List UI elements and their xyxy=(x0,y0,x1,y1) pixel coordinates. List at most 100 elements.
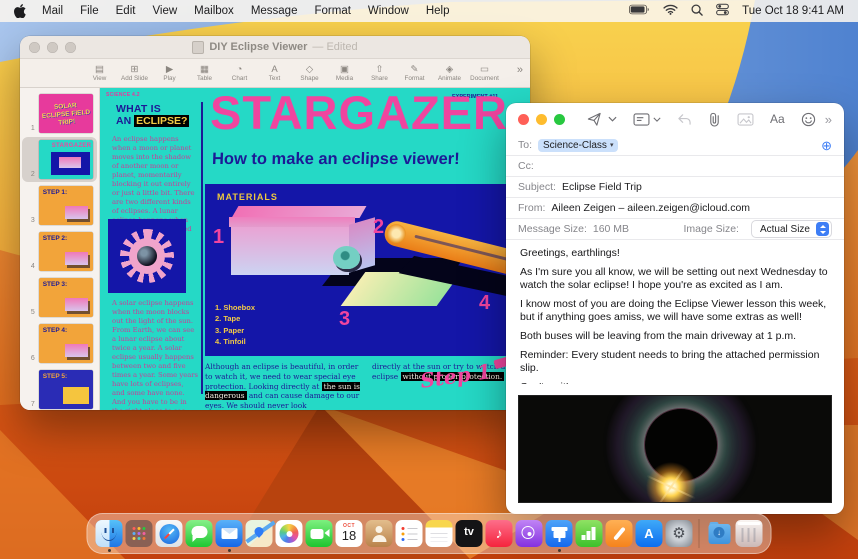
toolbar-button[interactable]: ⊞ Add Slide xyxy=(117,64,152,82)
close-button[interactable] xyxy=(518,113,529,125)
attach-paperclip-icon[interactable] xyxy=(708,112,721,127)
dock-app-icon[interactable]: OCT 18 xyxy=(575,520,603,547)
course-code-text[interactable]: SCIENCE 4.2 xyxy=(106,92,140,98)
slide-thumbnail-row[interactable]: 3 STEP 1: xyxy=(22,183,97,228)
dock-app-icon[interactable]: OCT 18 xyxy=(485,520,513,547)
from-value[interactable]: Aileen Zeigen – aileen.zeigen@icloud.com xyxy=(551,202,750,214)
dock-app-icon[interactable]: OCT 18 xyxy=(698,519,700,548)
slide-thumbnail-row[interactable]: 1 SOLAR ECLIPSE FIELD TRIP! xyxy=(22,91,97,136)
zoom-button[interactable] xyxy=(554,113,565,125)
slide-thumbnail-row[interactable]: 5 STEP 3: xyxy=(22,275,97,320)
dock-app-icon[interactable]: OCT 18 xyxy=(365,520,393,547)
slide-paragraph-2[interactable]: A solar eclipse happens when the moon bl… xyxy=(112,299,198,410)
slide-thumbnail[interactable]: SOLAR ECLIPSE FIELD TRIP! xyxy=(38,94,93,133)
battery-icon[interactable] xyxy=(629,4,650,18)
toolbar-button[interactable]: ◇ Shape xyxy=(292,64,327,82)
slide-heading-line1[interactable]: WHAT IS xyxy=(116,103,161,115)
to-field-row[interactable]: To: Science-Class ▾ ⊕ xyxy=(506,135,844,156)
toolbar-button[interactable]: ◔ Chart xyxy=(222,64,257,82)
menu-item[interactable]: File xyxy=(80,5,99,17)
dock-app-icon[interactable]: OCT 18 xyxy=(665,520,693,547)
toolbar-button[interactable]: ▭ Document xyxy=(467,64,502,82)
toolbar-overflow-chevron-icon[interactable]: » xyxy=(517,64,523,76)
menu-item[interactable]: Help xyxy=(426,5,450,17)
eclipse-photo-attachment[interactable] xyxy=(519,396,831,502)
menu-item[interactable]: Window xyxy=(368,5,409,17)
document-proxy-icon[interactable] xyxy=(192,40,205,54)
dock-app-icon[interactable]: OCT 18 xyxy=(605,520,633,547)
menu-item[interactable]: View xyxy=(152,5,177,17)
image-size-dropdown[interactable]: Actual Size xyxy=(750,220,832,238)
slide-title-stargazer[interactable]: STARGAZER xyxy=(210,88,508,140)
toolbar-button[interactable]: A Text xyxy=(257,64,292,82)
sun-illustration-box[interactable] xyxy=(108,219,186,293)
menu-bar-clock[interactable]: Tue Oct 18 9:41 AM xyxy=(742,5,844,17)
slide-thumbnail-row[interactable]: 2 STARGAZER xyxy=(22,137,97,182)
slide-thumbnail[interactable]: STEP 5: xyxy=(38,370,93,409)
dock-app-icon[interactable]: OCT 18 xyxy=(245,520,273,547)
dock-app-icon[interactable]: OCT 18 xyxy=(635,520,663,547)
cc-field-row[interactable]: Cc: xyxy=(506,156,844,177)
subject-value[interactable]: Eclipse Field Trip xyxy=(562,181,642,193)
add-contact-icon[interactable]: ⊕ xyxy=(821,139,832,152)
menu-item[interactable]: Mailbox xyxy=(194,5,234,17)
slide-thumbnail[interactable]: STEP 1: xyxy=(38,186,93,225)
dock-app-icon[interactable]: OCT 18 xyxy=(425,520,453,547)
dropdown-stepper-icon xyxy=(816,222,829,236)
recipient-token[interactable]: Science-Class ▾ xyxy=(538,138,619,152)
slide-thumbnail-row[interactable]: 6 STEP 4: xyxy=(22,321,97,366)
menu-item[interactable]: Message xyxy=(251,5,298,17)
slide-subtitle[interactable]: How to make an eclipse viewer! xyxy=(212,150,460,169)
slide-thumbnail[interactable]: STEP 3: xyxy=(38,278,93,317)
slide-thumbnail[interactable]: STEP 4: xyxy=(38,324,93,363)
message-body[interactable]: Greetings, earthlings! As I'm sure you al… xyxy=(506,239,844,384)
format-fonts-button[interactable]: Aa xyxy=(770,112,785,126)
dock-app-icon[interactable]: OCT 18 xyxy=(125,520,153,547)
header-fields-icon[interactable] xyxy=(633,112,661,126)
document-title: DIY Eclipse Viewer xyxy=(209,41,308,53)
dock-app-icon[interactable]: OCT 18 xyxy=(335,520,363,547)
dock-app-icon[interactable]: OCT 18 xyxy=(395,520,423,547)
toolbar-button[interactable]: ▤ View xyxy=(82,64,117,82)
dock-app-icon[interactable]: OCT 18 xyxy=(455,520,483,547)
slide-thumbnail[interactable]: STEP 2: xyxy=(38,232,93,271)
spotlight-search-icon[interactable] xyxy=(691,3,703,19)
send-icon[interactable] xyxy=(587,112,602,127)
emoji-picker-icon[interactable] xyxy=(801,112,816,127)
dock-app-icon[interactable]: OCT 18 xyxy=(155,520,183,547)
dock-app-icon[interactable]: OCT 18 xyxy=(305,520,333,547)
slide-thumbnail-row[interactable]: 4 STEP 2: xyxy=(22,229,97,274)
dock-icon-art xyxy=(401,526,405,530)
apple-logo-icon[interactable] xyxy=(14,4,26,18)
warning-text-column-1[interactable]: Although an eclipse is beautiful, in ord… xyxy=(205,362,363,410)
dock-app-icon[interactable]: OCT 18 xyxy=(185,520,213,547)
toolbar-overflow-chevron-icon[interactable]: » xyxy=(825,112,832,127)
menu-item[interactable]: Mail xyxy=(42,5,63,17)
slide-heading-line2[interactable]: AN ECLIPSE? xyxy=(116,115,190,127)
dock-app-icon[interactable]: OCT 18 xyxy=(95,520,123,552)
toolbar-button[interactable]: ▣ Media xyxy=(327,64,362,82)
toolbar-button[interactable]: ⇧ Share xyxy=(362,64,397,82)
materials-panel[interactable]: MATERIALS 1 2 3 4 1. Shoebox 2. Tape 3. Paper… xyxy=(205,184,530,356)
control-center-icon[interactable] xyxy=(716,3,730,19)
subject-field-row[interactable]: Subject: Eclipse Field Trip xyxy=(506,177,844,198)
slide-thumbnail-row[interactable]: 7 STEP 5: xyxy=(22,367,97,410)
slide-number: 2 xyxy=(30,171,35,178)
dock-app-icon[interactable]: OCT 18 xyxy=(735,520,763,547)
menu-item[interactable]: Edit xyxy=(116,5,136,17)
toolbar-button[interactable]: ▶ Play xyxy=(152,64,187,82)
toolbar-button[interactable]: ✎ Format xyxy=(397,64,432,82)
from-field-row[interactable]: From: Aileen Zeigen – aileen.zeigen@iclo… xyxy=(506,198,844,219)
dock-app-icon[interactable]: OCT 18 xyxy=(515,520,543,547)
dock-app-icon[interactable]: OCT 18 xyxy=(215,520,243,552)
dock-app-icon[interactable]: OCT 18 xyxy=(706,520,733,547)
toolbar-button[interactable]: ▦ Table xyxy=(187,64,222,82)
minimize-button[interactable] xyxy=(536,113,547,125)
menu-item[interactable]: Format xyxy=(314,5,350,17)
wifi-icon[interactable] xyxy=(663,4,678,18)
send-options-chevron-icon[interactable] xyxy=(608,116,617,122)
slide-thumbnail[interactable]: STARGAZER xyxy=(38,140,93,179)
dock-app-icon[interactable]: OCT 18 xyxy=(275,520,303,547)
dock-app-icon[interactable]: OCT 18 xyxy=(545,520,573,552)
toolbar-button[interactable]: ◈ Animate xyxy=(432,64,467,82)
